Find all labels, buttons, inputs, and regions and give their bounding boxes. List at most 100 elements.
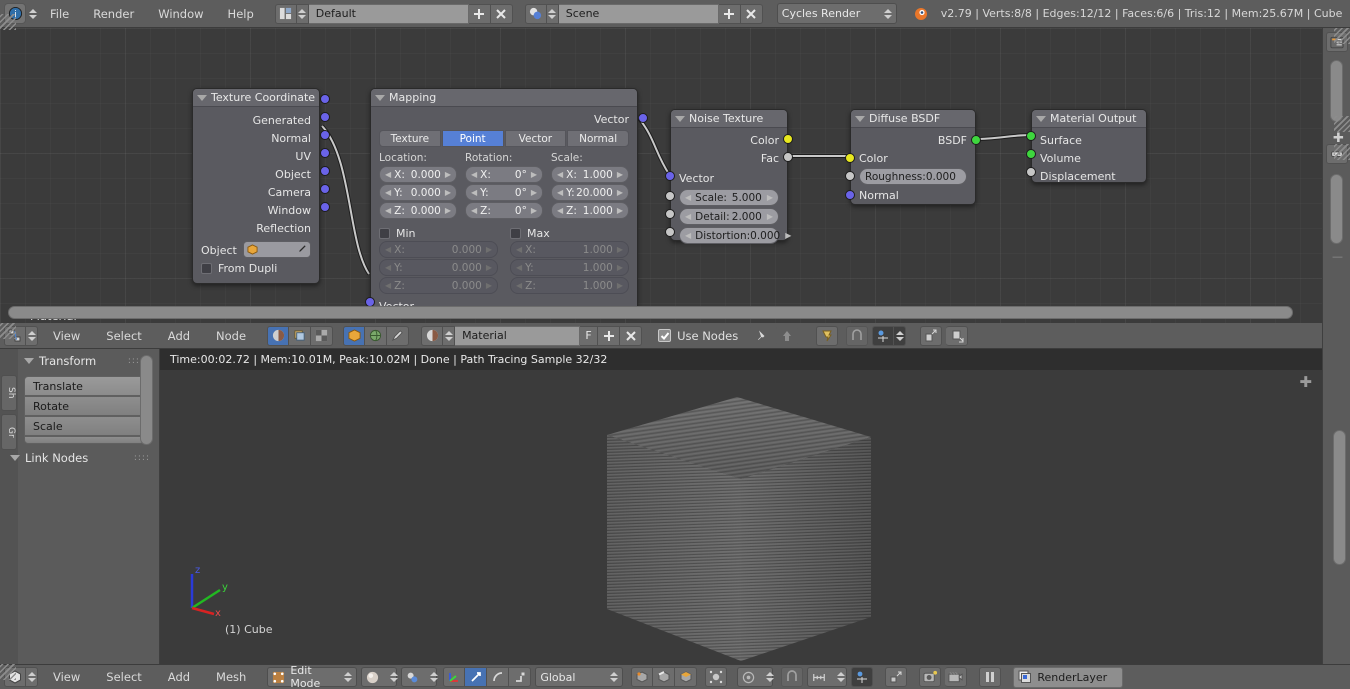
eyedropper-icon[interactable] <box>296 244 307 255</box>
transform-orientation-dropdown[interactable]: Global <box>535 667 624 687</box>
collapse-triangle-icon[interactable] <box>675 115 685 122</box>
snap-magnet-icon[interactable] <box>781 667 804 687</box>
tab-texture[interactable]: Texture <box>379 130 441 147</box>
extra-op-button[interactable] <box>24 436 144 444</box>
max-y-field[interactable]: ◀ Y: 1.000 ▶ <box>510 259 629 276</box>
max-row[interactable]: Max <box>510 225 629 241</box>
node-texture-coordinate[interactable]: Texture Coordinate Generated Normal UV O… <box>192 88 330 284</box>
snap-element-icon[interactable] <box>872 325 895 346</box>
tool-tab-shading[interactable]: Sh <box>1 375 17 411</box>
socket-vector-out[interactable] <box>638 113 648 123</box>
vertex-select-icon[interactable] <box>631 667 654 687</box>
material-browse-icon[interactable] <box>421 325 444 346</box>
object-picker[interactable] <box>242 241 311 258</box>
slot-world-icon[interactable] <box>365 325 388 346</box>
socket-uv[interactable] <box>320 130 330 140</box>
render-engine-dropdown[interactable]: Cycles Render <box>776 3 897 24</box>
node-editor-type-spinner[interactable] <box>26 325 38 346</box>
socket-camera[interactable] <box>320 166 330 176</box>
distortion-param-field[interactable]: ◀ Distortion: 0.000 ▶ <box>665 227 791 244</box>
node-editor-canvas[interactable]: Material Texture Coordinate Generated No… <box>0 28 1322 323</box>
delete-scene-button[interactable] <box>740 3 763 24</box>
corner-grip-topleft[interactable] <box>0 14 16 30</box>
socket-displacement-in[interactable] <box>1026 167 1036 177</box>
interaction-mode-dropdown[interactable]: Edit Mode <box>267 664 358 689</box>
add-screen-layout-button[interactable] <box>468 3 491 24</box>
socket-roughness-in[interactable] <box>845 171 855 181</box>
menu-file[interactable]: File <box>39 1 80 27</box>
corner-grip-top[interactable] <box>1334 28 1350 44</box>
panel-link-nodes-header[interactable]: Link Nodes :::: <box>10 451 150 465</box>
tool-shelf-scrollbar[interactable] <box>140 355 153 445</box>
rotation-x-field[interactable]: ◀ X: 0° ▶ <box>465 166 543 183</box>
corner-grip-mid[interactable] <box>1334 116 1350 132</box>
tool-tab-grease[interactable]: Gr <box>1 414 17 450</box>
editor-type-spinner[interactable] <box>28 8 37 19</box>
node-menu-node[interactable]: Node <box>205 323 257 349</box>
slot-brush-icon[interactable] <box>387 325 410 346</box>
panel-transform-header[interactable]: Transform :::: <box>24 354 144 368</box>
node-menu-select[interactable]: Select <box>95 323 152 349</box>
node-header[interactable]: Texture Coordinate <box>193 89 319 107</box>
shader-type-world-icon[interactable] <box>289 325 312 346</box>
render-layer-dropdown[interactable]: RenderLayer <box>1013 666 1124 688</box>
socket-window[interactable] <box>320 184 330 194</box>
node-header[interactable]: Mapping <box>371 89 637 107</box>
location-y-field[interactable]: ◀ Y: 0.000 ▶ <box>379 184 457 201</box>
socket-color-out[interactable] <box>783 134 793 144</box>
max-z-field[interactable]: ◀ Z: 1.000 ▶ <box>510 277 629 294</box>
menu-render[interactable]: Render <box>82 1 145 27</box>
limit-selection-icon[interactable] <box>705 667 728 687</box>
material-name-field[interactable]: Material <box>455 325 581 346</box>
translate-button[interactable]: Translate <box>24 376 144 396</box>
menu-window[interactable]: Window <box>147 1 214 27</box>
node-header[interactable]: Material Output <box>1032 110 1146 128</box>
snap-target-icon[interactable] <box>851 667 874 687</box>
panel-collapse-icon[interactable] <box>24 358 34 364</box>
viewport-scrollbar[interactable] <box>1333 430 1346 565</box>
detail-param-field[interactable]: ◀ Detail: 2.000 ▶ <box>665 208 779 225</box>
auto-merge-icon[interactable] <box>885 667 908 687</box>
translate-manipulator-icon[interactable] <box>465 667 488 687</box>
panel-collapse-icon[interactable] <box>10 455 20 461</box>
socket-normal[interactable] <box>320 112 330 122</box>
scene-spinner[interactable] <box>546 3 559 24</box>
socket-normal-in[interactable] <box>845 190 855 200</box>
viewport-editor-type-spinner[interactable] <box>26 667 38 687</box>
proportional-edit-dropdown[interactable] <box>737 667 775 687</box>
node-paste-icon[interactable] <box>946 325 969 346</box>
corner-grip-bottom[interactable] <box>1334 144 1350 160</box>
render-image-icon[interactable] <box>919 667 942 687</box>
render-display-mode-icon[interactable] <box>979 667 1002 687</box>
min-row[interactable]: Min <box>379 225 498 241</box>
viewport-menu-view[interactable]: View <box>42 664 91 689</box>
rotation-y-field[interactable]: ◀ Y: 0° ▶ <box>465 184 543 201</box>
min-z-field[interactable]: ◀ Z: 0.000 ▶ <box>379 277 498 294</box>
tab-vector[interactable]: Vector <box>504 130 567 147</box>
min-y-field[interactable]: ◀ Y: 0.000 ▶ <box>379 259 498 276</box>
scene-name[interactable]: Scene <box>558 3 719 24</box>
corner-grip-nodeheader-left[interactable] <box>0 323 16 339</box>
copy-to-shader-icon[interactable] <box>816 325 839 346</box>
viewport-menu-add[interactable]: Add <box>157 664 201 689</box>
screen-layout-name[interactable]: Default <box>308 3 469 24</box>
collapse-triangle-icon[interactable] <box>855 115 865 122</box>
viewport-menu-select[interactable]: Select <box>95 664 152 689</box>
node-diffuse-bsdf[interactable]: Diffuse BSDF BSDF Color Roughness:0.000 … <box>845 109 981 205</box>
location-z-field[interactable]: ◀ Z: 0.000 ▶ <box>379 202 457 219</box>
scale-x-field[interactable]: ◀ X: 1.000 ▶ <box>551 166 629 183</box>
socket-volume-in[interactable] <box>1026 149 1036 159</box>
scale-param-field[interactable]: ◀ Scale: 5.000 ▶ <box>665 189 779 206</box>
socket-surface-in[interactable] <box>1026 131 1036 141</box>
node-menu-add[interactable]: Add <box>157 323 201 349</box>
socket-distortion-in[interactable] <box>665 227 675 237</box>
viewport-menu-mesh[interactable]: Mesh <box>205 664 257 689</box>
panel-grip-icon[interactable]: :::: <box>134 453 150 463</box>
socket-bsdf-out[interactable] <box>971 135 981 145</box>
slot-object-icon[interactable] <box>343 325 366 346</box>
node-editor-hscrollbar[interactable] <box>8 306 1293 319</box>
properties-scrollbar-top[interactable] <box>1330 60 1343 122</box>
socket-generated[interactable] <box>320 94 330 104</box>
min-checkbox[interactable] <box>379 227 390 239</box>
pin-icon[interactable] <box>750 325 773 346</box>
